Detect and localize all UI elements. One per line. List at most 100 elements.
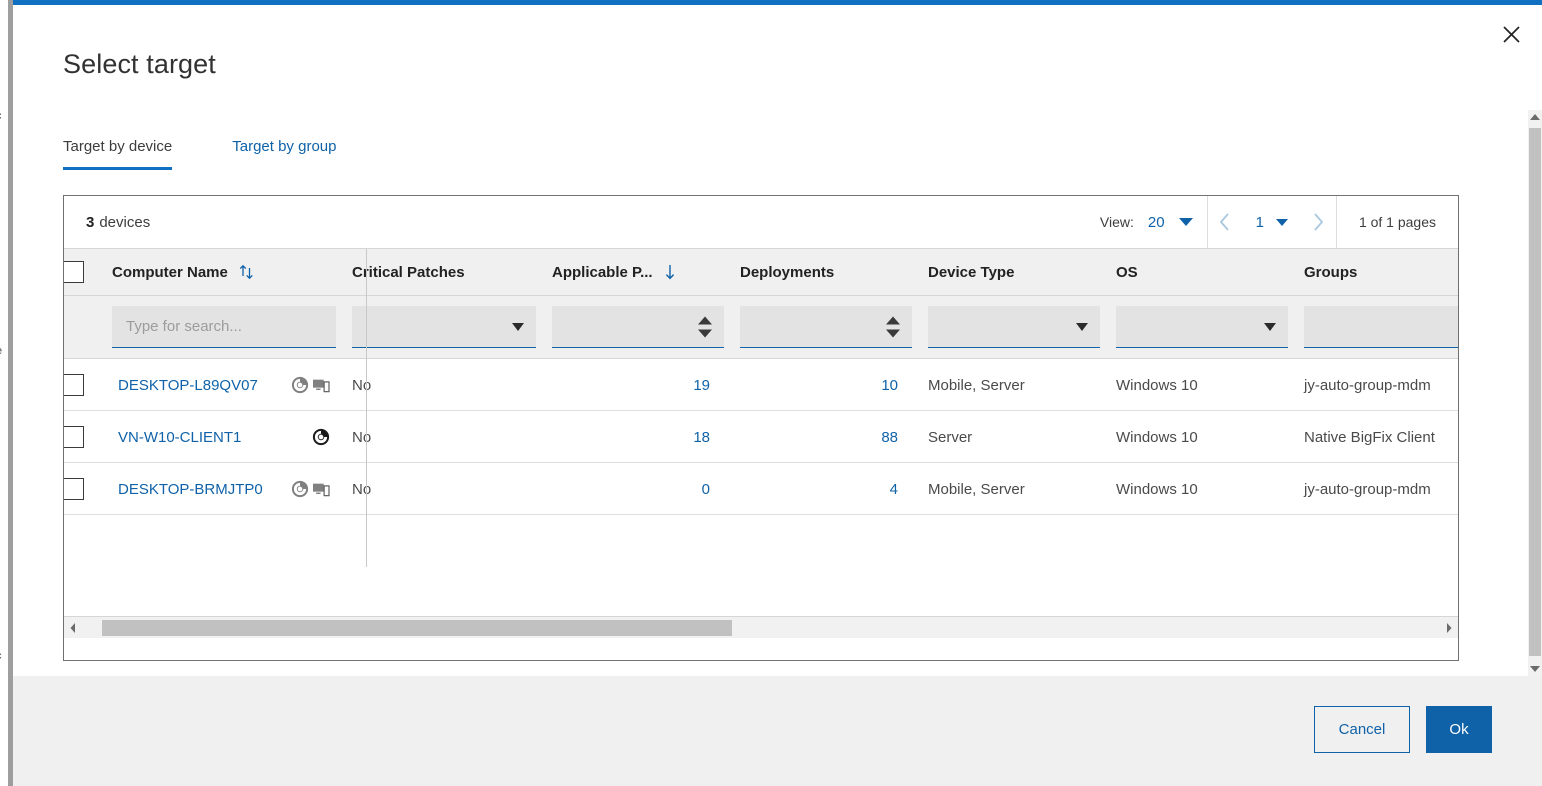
chevron-down-icon: [1179, 218, 1193, 226]
footer-actions: Cancel Ok: [1314, 706, 1492, 753]
grid-inner: Computer Name Critical Patches Applicabl…: [64, 249, 1458, 638]
select-target-dialog: Select target Target by device Target by…: [13, 0, 1542, 786]
device-count-number: 3: [86, 214, 94, 231]
cell-applicable-patches[interactable]: 18: [544, 411, 732, 463]
mdm-device-icon: [312, 377, 330, 393]
horizontal-scroll-track[interactable]: [82, 617, 1440, 639]
column-header-label: Groups: [1304, 264, 1357, 281]
horizontal-scrollbar[interactable]: [64, 616, 1458, 638]
row-checkbox[interactable]: [64, 426, 84, 448]
stepper-arrows[interactable]: [698, 316, 712, 337]
column-header-deployments[interactable]: Deployments: [732, 249, 920, 295]
frozen-column-separator: [366, 249, 367, 567]
critical-patches-dropdown[interactable]: [352, 306, 536, 348]
background-text-fragment: c: [0, 110, 2, 122]
tab-target-by-device[interactable]: Target by device: [63, 138, 172, 170]
column-header-critical-patches[interactable]: Critical Patches: [344, 249, 544, 295]
column-header-label: Device Type: [928, 264, 1014, 281]
close-icon[interactable]: [1494, 17, 1528, 51]
scroll-right-button[interactable]: [1440, 617, 1458, 639]
stepper-up-icon[interactable]: [886, 316, 900, 324]
row-checkbox[interactable]: [64, 374, 84, 396]
deployments-stepper[interactable]: [740, 306, 912, 348]
stepper-arrows[interactable]: [886, 316, 900, 337]
prev-page-button[interactable]: [1208, 196, 1242, 249]
cell-computer-name: VN-W10-CLIENT1: [104, 411, 344, 463]
tab-target-by-group[interactable]: Target by group: [232, 138, 336, 170]
column-header-label: OS: [1116, 264, 1138, 281]
cancel-button[interactable]: Cancel: [1314, 706, 1410, 753]
cell-deployments[interactable]: 10: [732, 359, 920, 411]
pages-info: 1 of 1 pages: [1336, 196, 1458, 248]
chevron-down-icon: [1276, 219, 1288, 226]
ok-button[interactable]: Ok: [1426, 706, 1492, 753]
filter-deployments: [732, 296, 920, 358]
page-number-select[interactable]: 1: [1242, 214, 1302, 231]
background-text-fragment: e: [0, 345, 2, 357]
row-checkbox[interactable]: [64, 478, 84, 500]
stepper-down-icon[interactable]: [698, 329, 712, 337]
scroll-down-button[interactable]: [1528, 662, 1542, 676]
filter-applicable-patches: [544, 296, 732, 358]
stepper-down-icon[interactable]: [886, 329, 900, 337]
column-header-label: Deployments: [740, 264, 834, 281]
mdm-device-icon: [312, 481, 330, 497]
scroll-left-button[interactable]: [64, 617, 82, 639]
bigfix-agent-icon: [291, 480, 309, 498]
cell-applicable-patches[interactable]: 0: [544, 463, 732, 515]
cell-deployments[interactable]: 88: [732, 411, 920, 463]
filter-critical-patches: [344, 296, 544, 358]
search-placeholder: Type for search...: [112, 318, 242, 335]
pagination-group: 1: [1207, 196, 1336, 248]
column-header-computer-name[interactable]: Computer Name: [104, 249, 344, 295]
column-header-device-type[interactable]: Device Type: [920, 249, 1108, 295]
device-type-dropdown[interactable]: [928, 306, 1100, 348]
computer-name-link[interactable]: VN-W10-CLIENT1: [118, 429, 241, 446]
page-size-select[interactable]: 20: [1148, 214, 1193, 231]
table-row[interactable]: DESKTOP-L89QV07: [64, 359, 1458, 411]
cell-applicable-patches[interactable]: 19: [544, 359, 732, 411]
filter-device-type: [920, 296, 1108, 358]
stepper-up-icon[interactable]: [698, 316, 712, 324]
row-select-cell: [64, 359, 104, 411]
filter-computer-name: Type for search...: [104, 296, 344, 358]
computer-name-link[interactable]: DESKTOP-L89QV07: [118, 377, 258, 394]
sort-both-icon: [238, 263, 255, 281]
row-select-cell: [64, 463, 104, 515]
table-row[interactable]: VN-W10-CLIENT1 No 18 88: [64, 411, 1458, 463]
search-input[interactable]: Type for search...: [112, 306, 336, 348]
bigfix-agent-icon: [312, 428, 330, 446]
groups-input[interactable]: [1304, 306, 1458, 348]
applicable-patches-stepper[interactable]: [552, 306, 724, 348]
dialog-footer: Cancel Ok: [13, 676, 1542, 786]
column-header-applicable-patches[interactable]: Applicable P...: [544, 249, 732, 295]
column-header-label: Critical Patches: [352, 264, 465, 281]
cell-groups: jy-auto-group-mdm: [1296, 359, 1458, 411]
page-title: Select target: [63, 49, 216, 80]
column-header-groups[interactable]: Groups: [1296, 249, 1458, 295]
page-size-group: View: 20: [1082, 196, 1207, 248]
table-row[interactable]: DESKTOP-BRMJTP0: [64, 463, 1458, 515]
select-all-checkbox[interactable]: [64, 261, 84, 283]
caret-left-icon: [69, 622, 77, 634]
filter-os: [1108, 296, 1296, 358]
cell-os: Windows 10: [1108, 411, 1296, 463]
grid-viewport: Computer Name Critical Patches Applicabl…: [64, 249, 1458, 638]
column-header-os[interactable]: OS: [1108, 249, 1296, 295]
os-dropdown[interactable]: [1116, 306, 1288, 348]
cell-deployments[interactable]: 4: [732, 463, 920, 515]
cell-groups: Native BigFix Client: [1296, 411, 1458, 463]
cell-computer-name: DESKTOP-L89QV07: [104, 359, 344, 411]
horizontal-scroll-thumb[interactable]: [102, 620, 732, 636]
bigfix-agent-icon: [291, 376, 309, 394]
scroll-up-button[interactable]: [1528, 110, 1542, 124]
sort-descending-icon: [663, 263, 677, 281]
chevron-down-icon: [512, 323, 524, 331]
column-header-label: Applicable P...: [552, 264, 653, 281]
next-page-button[interactable]: [1302, 196, 1336, 249]
device-icons: [312, 428, 330, 446]
vertical-scrollbar[interactable]: [1528, 110, 1542, 676]
vertical-scroll-thumb[interactable]: [1529, 128, 1541, 656]
device-icons: [291, 480, 330, 498]
computer-name-link[interactable]: DESKTOP-BRMJTP0: [118, 481, 263, 498]
